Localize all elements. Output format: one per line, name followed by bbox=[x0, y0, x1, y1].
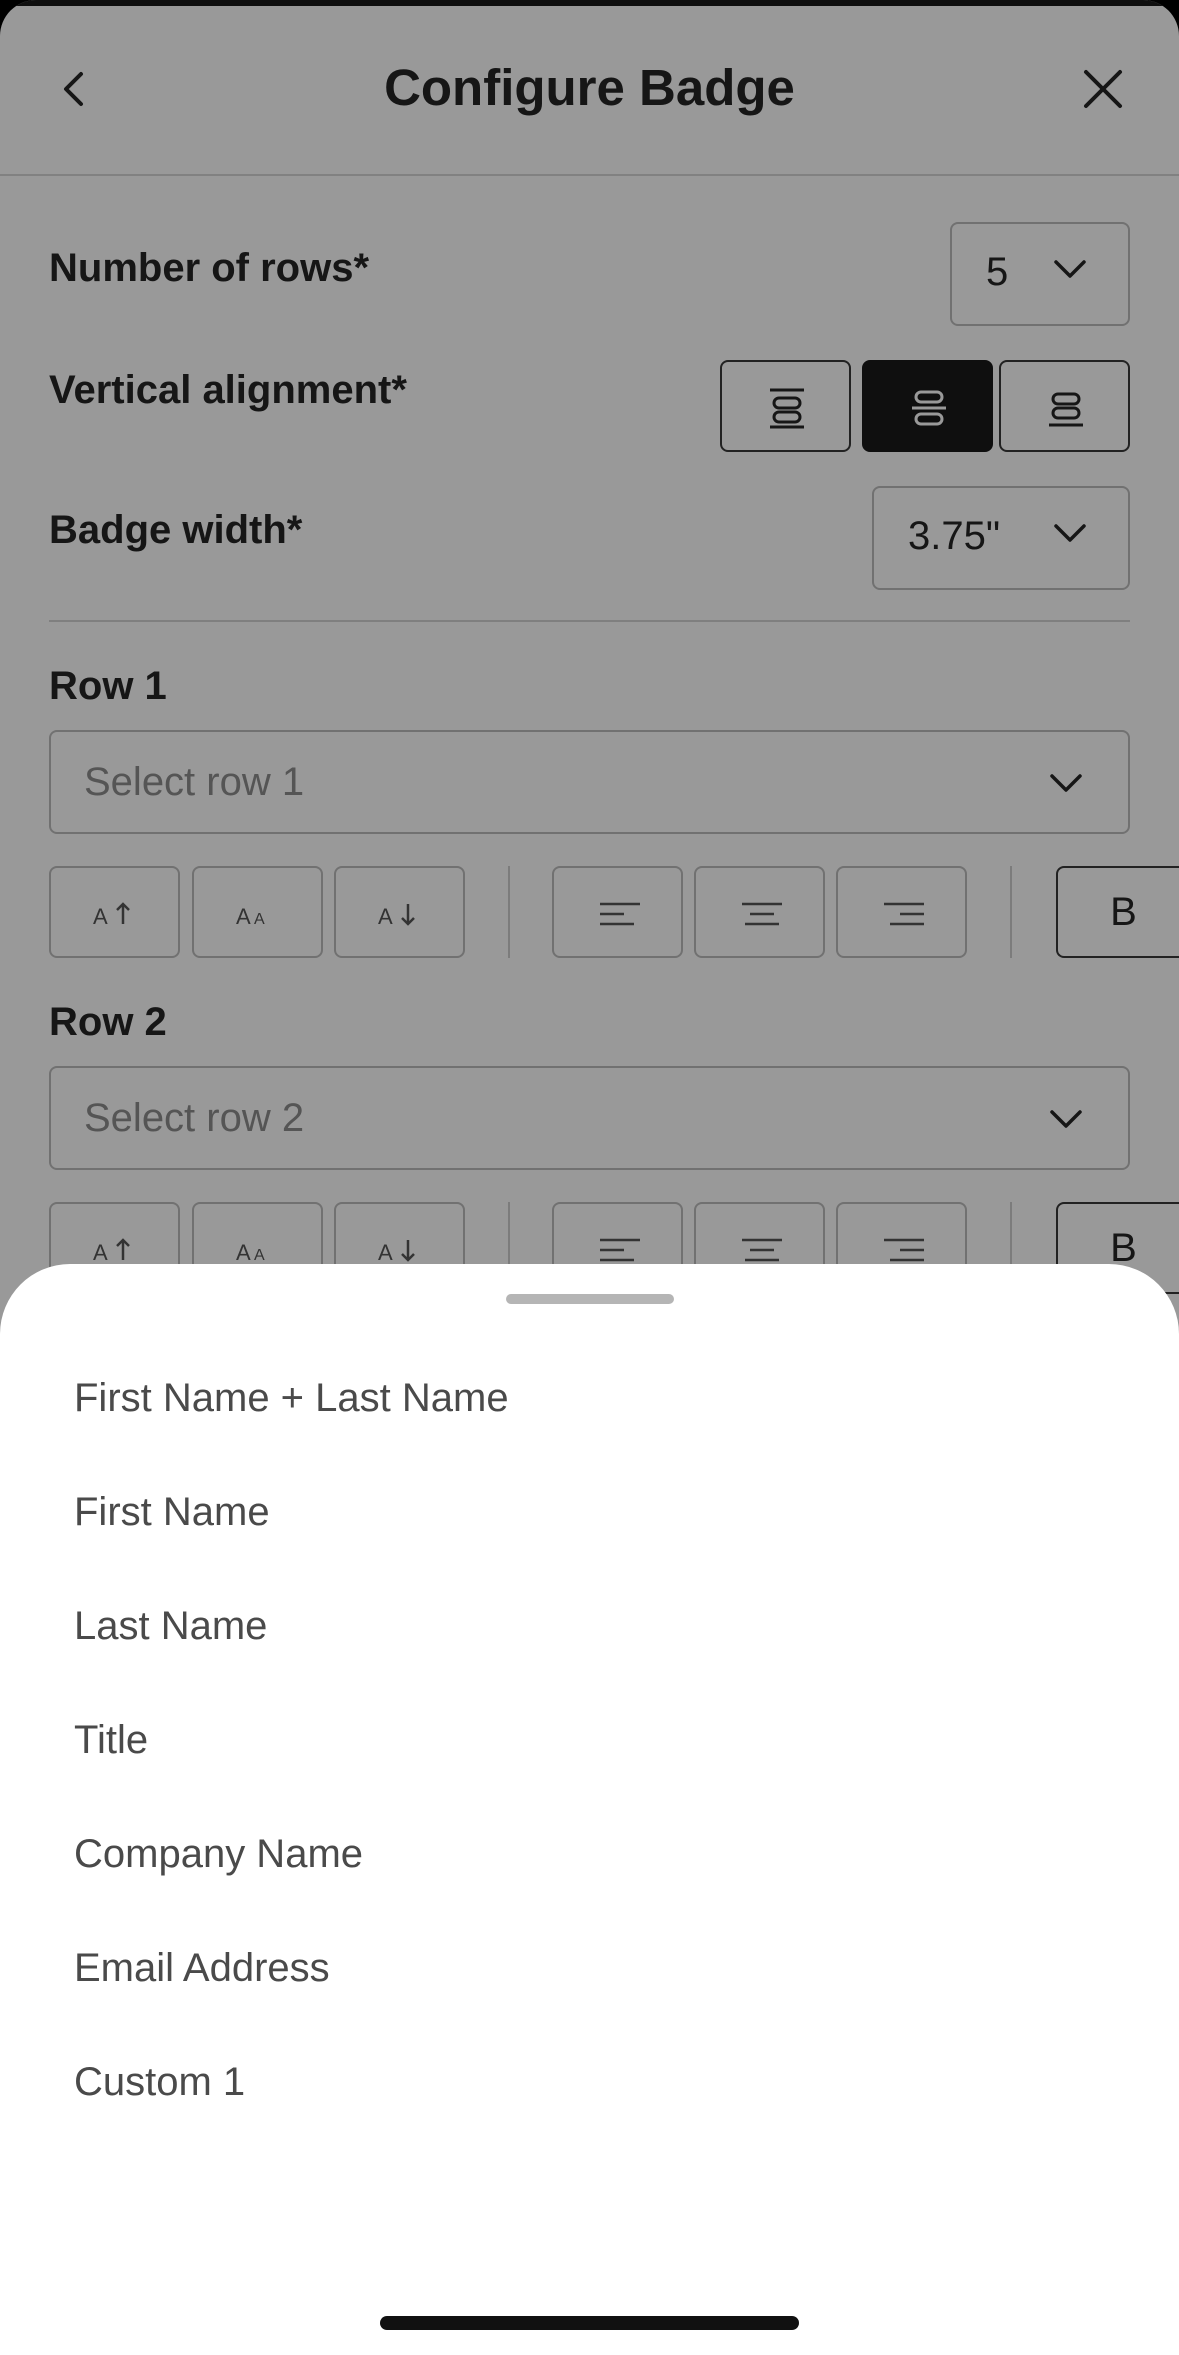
home-indicator bbox=[380, 2316, 799, 2330]
option-label: Company Name bbox=[74, 1832, 364, 1876]
option-first-last-name[interactable]: First Name + Last Name bbox=[0, 1346, 1179, 1460]
option-last-name[interactable]: Last Name bbox=[0, 1574, 1179, 1688]
option-company-name[interactable]: Company Name bbox=[0, 1802, 1179, 1916]
option-custom-1[interactable]: Custom 1 bbox=[0, 2030, 1179, 2144]
option-label: Email Address bbox=[74, 1946, 330, 1990]
option-label: Custom 1 bbox=[74, 2060, 246, 2104]
option-first-name[interactable]: First Name bbox=[0, 1460, 1179, 1574]
option-email-address[interactable]: Email Address bbox=[0, 1916, 1179, 2030]
option-title[interactable]: Title bbox=[0, 1688, 1179, 1802]
sheet-grabber[interactable] bbox=[506, 1294, 674, 1304]
option-label: First Name bbox=[74, 1490, 270, 1534]
option-label: First Name + Last Name bbox=[74, 1376, 509, 1420]
option-label: Last Name bbox=[74, 1604, 268, 1648]
option-label: Title bbox=[74, 1718, 149, 1762]
row-options-sheet: First Name + Last Name First Name Last N… bbox=[0, 1264, 1179, 2355]
